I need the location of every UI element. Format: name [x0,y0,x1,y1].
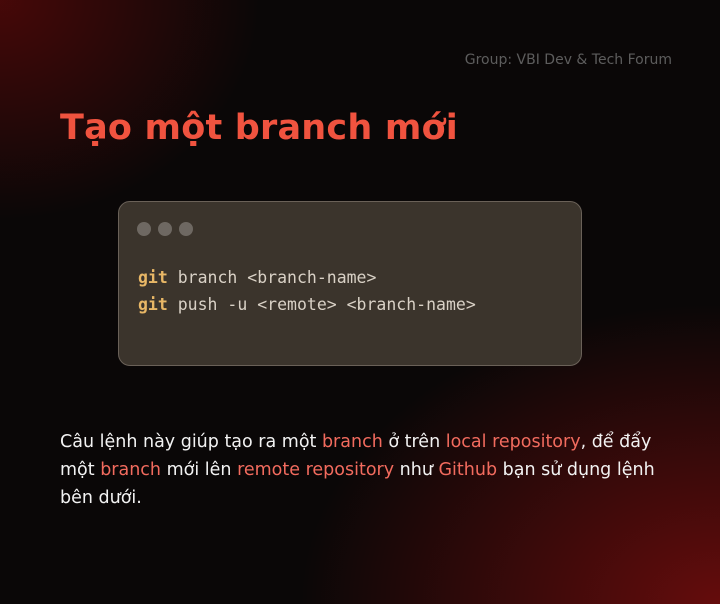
code-line: git push -u <remote> <branch-name> [138,291,476,318]
highlight-term: branch [100,460,162,480]
highlight-term: Github [438,460,498,480]
code-line: git branch <branch-name> [138,264,476,291]
description: Câu lệnh này giúp tạo ra một branch ở tr… [60,428,680,512]
page-title: Tạo một branch mới [60,108,458,148]
code-args: push -u <remote> <branch-name> [167,295,476,314]
description-text: mới lên [161,460,238,480]
window-dot-icon [158,222,172,236]
code-block: git branch <branch-name> git push -u <re… [138,264,476,318]
code-keyword: git [138,268,168,287]
code-args: branch <branch-name> [167,268,377,287]
highlight-term: remote repository [237,460,395,480]
window-controls [137,222,193,236]
window-dot-icon [137,222,151,236]
group-label: Group: VBI Dev & Tech Forum [464,52,672,68]
description-text: Câu lệnh này giúp tạo ra một [60,432,322,452]
description-text: ở trên [382,432,446,452]
window-dot-icon [179,222,193,236]
code-window: git branch <branch-name> git push -u <re… [118,201,582,366]
code-keyword: git [138,295,168,314]
highlight-term: local repository [445,432,581,452]
description-text: như [394,460,439,480]
highlight-term: branch [321,432,383,452]
